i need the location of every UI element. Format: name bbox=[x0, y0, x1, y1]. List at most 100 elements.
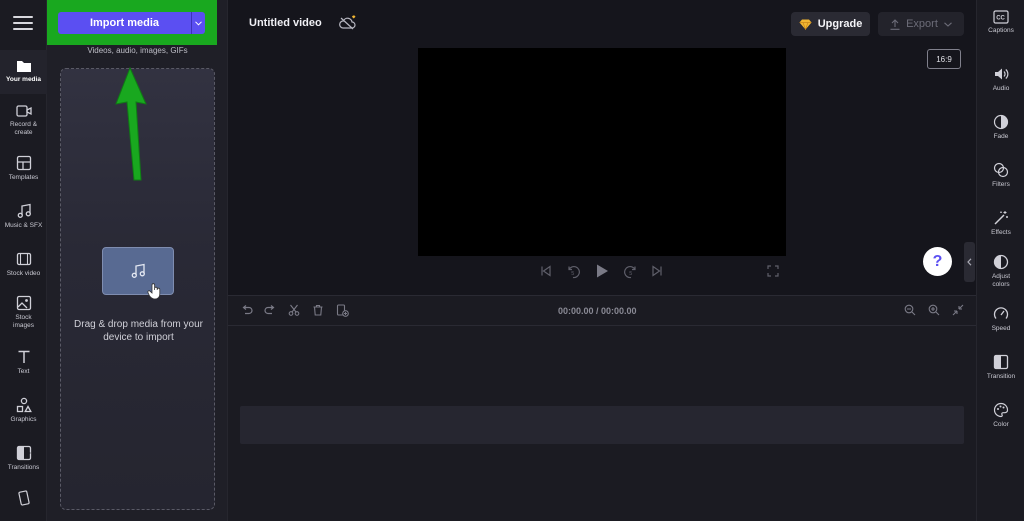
transition-icon bbox=[993, 354, 1009, 370]
property-adjust-colors[interactable]: Adjust colors bbox=[977, 254, 1024, 289]
svg-text:CC: CC bbox=[996, 16, 1005, 22]
sidebar-item-graphics[interactable]: Graphics bbox=[0, 394, 47, 428]
chevron-down-icon bbox=[195, 20, 202, 26]
right-sidebar: CC Captions Audio Fade Filters Effects A… bbox=[976, 0, 1024, 521]
filters-icon bbox=[993, 162, 1009, 178]
property-label: Adjust colors bbox=[991, 273, 1011, 288]
fit-timeline-icon[interactable] bbox=[952, 304, 964, 316]
import-highlight-box: Import media bbox=[47, 0, 217, 45]
scissors-icon[interactable] bbox=[288, 304, 300, 316]
upload-icon bbox=[890, 18, 900, 30]
chevron-left-icon bbox=[967, 258, 972, 266]
property-label: Audio bbox=[992, 85, 1010, 92]
sidebar-item-stock-video[interactable]: Stock video bbox=[0, 248, 47, 282]
sidebar-item-label: Music & SFX bbox=[4, 222, 43, 229]
redo-icon[interactable] bbox=[264, 304, 276, 316]
trash-icon[interactable] bbox=[312, 304, 324, 316]
property-color[interactable]: Color bbox=[977, 402, 1024, 429]
sidebar-item-music-sfx[interactable]: Music & SFX bbox=[0, 200, 47, 234]
drop-media-card bbox=[102, 247, 174, 295]
import-dropdown-button[interactable] bbox=[191, 12, 205, 34]
music-note-icon bbox=[17, 203, 31, 218]
svg-text:5: 5 bbox=[571, 271, 574, 277]
media-panel: Import media Videos, audio, images, GIFs… bbox=[47, 0, 228, 521]
palette-icon bbox=[993, 402, 1009, 418]
sidebar-item-label: Stock video bbox=[6, 270, 41, 277]
music-note-icon bbox=[131, 263, 145, 278]
upgrade-button[interactable]: Upgrade bbox=[791, 12, 870, 36]
hand-cursor-icon bbox=[147, 282, 163, 303]
magic-wand-icon bbox=[994, 211, 1008, 225]
contrast-icon bbox=[993, 254, 1009, 270]
help-button[interactable]: ? bbox=[923, 247, 952, 276]
property-label: Effects bbox=[991, 229, 1011, 236]
captions-icon: CC bbox=[993, 10, 1009, 24]
sidebar-item-text[interactable]: Text bbox=[0, 346, 47, 380]
video-camera-icon bbox=[15, 105, 32, 117]
property-audio[interactable]: Audio bbox=[977, 66, 1024, 93]
chevron-down-icon bbox=[944, 21, 952, 27]
forward-5-icon[interactable]: 5 bbox=[624, 265, 638, 279]
image-icon bbox=[16, 295, 31, 311]
left-sidebar: Your media Record & create Templates Mus… bbox=[0, 0, 47, 521]
import-hint: Videos, audio, images, GIFs bbox=[87, 46, 188, 55]
drop-zone-text: Drag & drop media from your device to im… bbox=[74, 319, 203, 343]
fullscreen-icon[interactable] bbox=[767, 265, 779, 277]
text-icon bbox=[18, 350, 29, 363]
property-transition[interactable]: Transition bbox=[977, 354, 1024, 381]
property-captions[interactable]: CC Captions bbox=[977, 10, 1024, 35]
speedometer-icon bbox=[993, 307, 1009, 319]
timecode: 00:00.00 / 00:00.00 bbox=[558, 306, 637, 316]
property-label: Captions bbox=[988, 27, 1014, 34]
fade-icon bbox=[993, 114, 1009, 130]
diamond-icon bbox=[799, 19, 812, 30]
play-icon[interactable] bbox=[595, 263, 609, 279]
skip-forward-icon[interactable] bbox=[651, 265, 663, 277]
property-label: Transition bbox=[986, 373, 1016, 380]
templates-icon bbox=[16, 155, 31, 171]
timeline-track[interactable] bbox=[240, 406, 964, 444]
shapes-icon bbox=[16, 397, 32, 413]
aspect-ratio-button[interactable]: 16:9 bbox=[927, 49, 961, 69]
zoom-out-icon[interactable] bbox=[904, 304, 916, 316]
collapse-properties-panel-button[interactable] bbox=[964, 242, 975, 282]
sidebar-item-transitions[interactable]: Transitions bbox=[0, 442, 47, 476]
upgrade-label: Upgrade bbox=[817, 18, 863, 30]
import-media-button[interactable]: Import media bbox=[58, 12, 205, 34]
zoom-in-icon[interactable] bbox=[928, 304, 940, 316]
hamburger-icon[interactable] bbox=[13, 16, 33, 32]
rewind-5-icon[interactable]: 5 bbox=[566, 265, 580, 279]
sidebar-item-stock-images[interactable]: Stock images bbox=[0, 292, 47, 334]
property-speed[interactable]: Speed bbox=[977, 306, 1024, 333]
cloud-off-icon[interactable] bbox=[338, 14, 358, 32]
playback-controls: 5 5 bbox=[228, 263, 976, 283]
folder-icon bbox=[16, 61, 31, 72]
preview-area: 16:9 5 5 ? bbox=[228, 47, 976, 295]
undo-icon[interactable] bbox=[241, 304, 253, 316]
sidebar-item-label: Templates bbox=[8, 174, 39, 181]
timeline: 00:00.00 / 00:00.00 bbox=[228, 295, 976, 521]
property-label: Color bbox=[993, 421, 1009, 428]
clipchamp-editor: Your media Record & create Templates Mus… bbox=[0, 0, 1024, 521]
speaker-icon bbox=[995, 68, 1009, 80]
sidebar-item-label: Your media bbox=[6, 76, 41, 83]
top-bar: Untitled video Upgrade Export bbox=[228, 0, 976, 47]
video-title[interactable]: Untitled video bbox=[249, 17, 322, 29]
skip-back-icon[interactable] bbox=[540, 265, 552, 277]
export-button[interactable]: Export bbox=[878, 12, 964, 36]
property-label: Fade bbox=[993, 133, 1009, 140]
export-label: Export bbox=[906, 18, 938, 30]
brand-kit-icon bbox=[17, 490, 30, 506]
property-label: Speed bbox=[991, 325, 1011, 332]
sidebar-item-record-create[interactable]: Record & create bbox=[0, 100, 47, 142]
sidebar-item-brand-kit[interactable] bbox=[0, 488, 47, 512]
video-preview[interactable] bbox=[418, 48, 786, 256]
property-filters[interactable]: Filters bbox=[977, 162, 1024, 189]
property-effects[interactable]: Effects bbox=[977, 210, 1024, 237]
annotation-arrow-icon bbox=[115, 66, 147, 181]
sidebar-item-templates[interactable]: Templates bbox=[0, 152, 47, 186]
property-fade[interactable]: Fade bbox=[977, 114, 1024, 141]
sidebar-item-label: Graphics bbox=[10, 416, 37, 423]
sidebar-item-your-media[interactable]: Your media bbox=[0, 50, 47, 94]
add-to-timeline-icon[interactable] bbox=[336, 304, 349, 317]
